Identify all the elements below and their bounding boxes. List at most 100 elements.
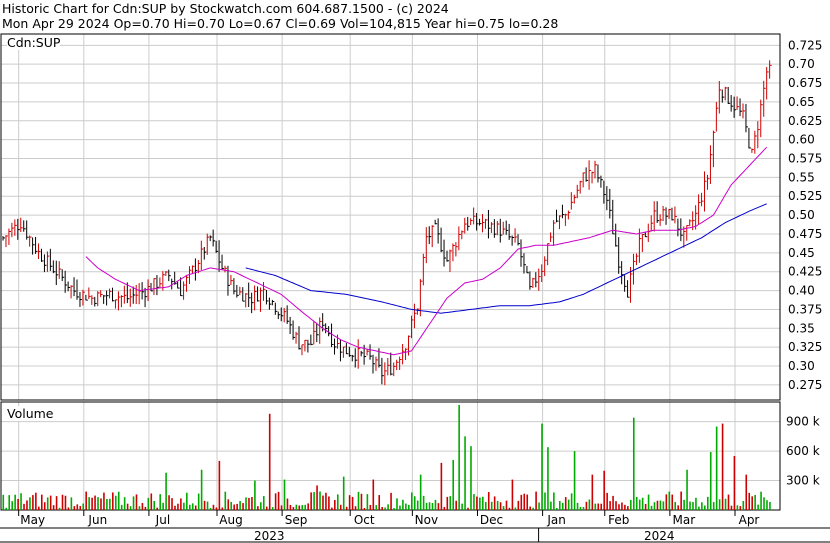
volume-bar bbox=[23, 503, 25, 510]
volume-bar bbox=[476, 496, 478, 510]
volume-bar bbox=[88, 497, 90, 510]
volume-bar bbox=[348, 495, 351, 510]
volume-bar bbox=[325, 492, 327, 510]
price-tick-label: 0.65 bbox=[788, 95, 815, 109]
volume-bar bbox=[165, 472, 167, 510]
volume-bar bbox=[766, 500, 768, 510]
volume-bar bbox=[43, 502, 46, 510]
volume-bar bbox=[689, 501, 691, 510]
volume-bar bbox=[91, 497, 93, 510]
volume-bar bbox=[425, 502, 428, 510]
volume-bar bbox=[585, 501, 588, 510]
volume-bar bbox=[671, 494, 674, 510]
price-tick-label: 0.575 bbox=[788, 152, 822, 166]
month-tick-label: Nov bbox=[415, 513, 438, 527]
volume-bar bbox=[733, 456, 736, 510]
volume-bar bbox=[541, 423, 543, 510]
volume-bar bbox=[76, 504, 79, 510]
price-tick-label: 0.50 bbox=[788, 208, 815, 222]
volume-bar bbox=[529, 506, 531, 510]
volume-bar bbox=[58, 507, 61, 510]
volume-bar bbox=[745, 474, 748, 510]
volume-bar bbox=[659, 500, 662, 510]
volume-bar bbox=[641, 497, 644, 510]
volume-bar bbox=[233, 504, 235, 510]
volume-bar bbox=[455, 500, 457, 510]
volume-bar bbox=[612, 495, 614, 510]
volume-bar bbox=[100, 498, 102, 510]
price-tick-label: 0.70 bbox=[788, 57, 815, 71]
volume-bar bbox=[363, 508, 366, 510]
volume-bar bbox=[381, 507, 383, 510]
volume-bar bbox=[470, 446, 472, 510]
volume-bar bbox=[29, 497, 31, 510]
volume-bar bbox=[171, 498, 173, 510]
volume-bars bbox=[2, 404, 771, 510]
volume-bar bbox=[594, 503, 597, 510]
volume-bar bbox=[97, 497, 99, 510]
volume-tick-label: 300 k bbox=[786, 474, 820, 488]
volume-bar bbox=[535, 491, 537, 510]
volume-bar bbox=[627, 506, 629, 510]
volume-bar bbox=[576, 502, 579, 510]
price-tick-label: 0.475 bbox=[788, 227, 822, 241]
volume-bar bbox=[650, 505, 653, 510]
volume-bar bbox=[632, 417, 635, 510]
volume-bar bbox=[103, 492, 105, 510]
volume-bar bbox=[114, 495, 117, 510]
volume-bar bbox=[61, 494, 64, 510]
volume-bar bbox=[665, 494, 668, 510]
volume-bar bbox=[695, 497, 697, 510]
volume-bar bbox=[70, 497, 73, 510]
volume-bar bbox=[304, 504, 307, 510]
price-tick-label: 0.55 bbox=[788, 170, 815, 184]
volume-bar bbox=[254, 480, 256, 510]
volume-bar bbox=[156, 507, 159, 510]
volume-bar bbox=[757, 504, 759, 510]
volume-bar bbox=[313, 492, 315, 510]
volume-bar bbox=[523, 493, 526, 510]
volume-bar bbox=[49, 495, 52, 510]
volume-bar bbox=[322, 495, 324, 510]
volume-bar bbox=[106, 498, 108, 510]
volume-panel-label: Volume bbox=[7, 406, 54, 421]
volume-bar bbox=[446, 496, 449, 510]
volume-bar bbox=[600, 503, 603, 510]
volume-bar bbox=[718, 499, 721, 510]
volume-bar bbox=[742, 501, 745, 510]
volume-bar bbox=[236, 503, 238, 510]
volume-bar bbox=[147, 497, 150, 510]
volume-bar bbox=[550, 501, 552, 510]
volume-bar bbox=[692, 501, 694, 510]
volume-bar bbox=[473, 494, 475, 510]
volume-bar bbox=[461, 503, 463, 510]
volume-bar bbox=[94, 495, 96, 510]
volume-bar bbox=[265, 506, 268, 510]
volume-bar bbox=[378, 495, 381, 510]
volume-bar bbox=[405, 503, 407, 510]
volume-bar bbox=[496, 500, 499, 510]
price-tick-label: 0.425 bbox=[788, 265, 822, 279]
volume-bar bbox=[52, 505, 55, 510]
stock-chart: 0.725 0.70 0.675 0.65 0.625 0.60 0.575 0.55 0.52… bbox=[0, 33, 830, 543]
volume-bar bbox=[138, 506, 141, 510]
volume-bar bbox=[194, 505, 197, 510]
volume-bar bbox=[618, 504, 620, 510]
volume-bar bbox=[224, 491, 227, 510]
volume-bar bbox=[203, 500, 206, 510]
volume-bar bbox=[310, 492, 312, 510]
volume-bar bbox=[215, 507, 218, 510]
volume-bar bbox=[653, 502, 656, 510]
volume-bar bbox=[467, 507, 469, 510]
volume-bar bbox=[410, 492, 413, 510]
volume-bar bbox=[369, 505, 372, 510]
volume-bar bbox=[479, 497, 481, 510]
volume-bar bbox=[402, 499, 404, 510]
volume-bar bbox=[668, 491, 671, 510]
volume-bar bbox=[760, 491, 762, 510]
volume-bar bbox=[197, 493, 200, 510]
volume-bar bbox=[316, 485, 318, 510]
volume-bar bbox=[393, 508, 395, 510]
volume-bar bbox=[85, 491, 87, 510]
volume-bar bbox=[126, 503, 129, 510]
